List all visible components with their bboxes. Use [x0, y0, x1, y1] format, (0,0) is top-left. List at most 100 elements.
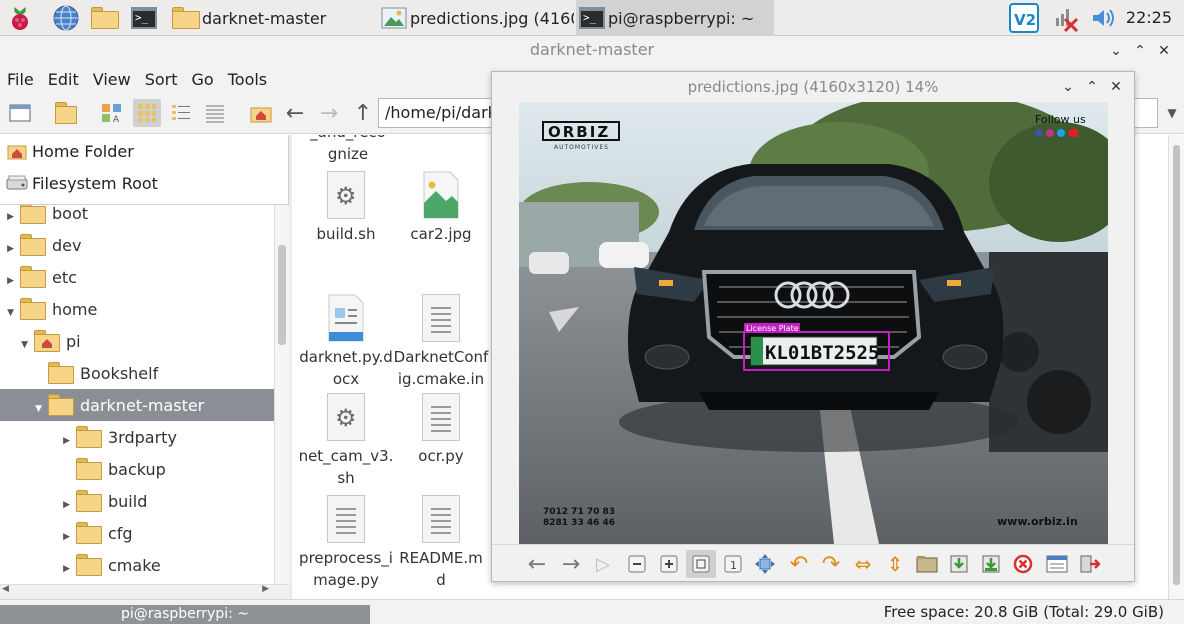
- file-item[interactable]: preprocess_i mage.py: [298, 495, 394, 591]
- tree-item[interactable]: Bookshelf: [0, 357, 274, 389]
- rotate-right-icon[interactable]: ↷: [816, 550, 846, 578]
- tree-expander[interactable]: ▶: [0, 524, 70, 543]
- next-image-icon[interactable]: →: [556, 550, 586, 578]
- flip-horizontal-icon[interactable]: ⇔: [848, 550, 878, 578]
- minimize-button[interactable]: ⌄: [1056, 73, 1080, 101]
- close-button[interactable]: ✕: [1152, 37, 1176, 65]
- menu-edit[interactable]: Edit: [41, 70, 86, 89]
- tree-item[interactable]: ▶ cmake: [0, 549, 274, 581]
- zoom-in-icon[interactable]: [654, 550, 684, 578]
- slideshow-play-icon[interactable]: ▷: [588, 550, 618, 578]
- menu-go[interactable]: Go: [185, 70, 221, 89]
- file-item[interactable]: ⚙ build.sh: [298, 171, 394, 245]
- preferences-icon[interactable]: [1042, 550, 1072, 578]
- tree-scrollbar[interactable]: [274, 205, 289, 589]
- maximize-button[interactable]: ⌃: [1128, 37, 1152, 65]
- open-file-icon[interactable]: [912, 550, 942, 578]
- previous-image-icon[interactable]: ←: [522, 550, 552, 578]
- tree-expander[interactable]: ▶: [0, 492, 70, 511]
- tree-item[interactable]: ▼ home: [0, 293, 274, 325]
- home-icon[interactable]: [247, 99, 275, 127]
- tree-item-label: cfg: [108, 523, 133, 543]
- network-disconnected-icon[interactable]: [1050, 2, 1082, 34]
- tree-item[interactable]: ▼ darknet-master: [0, 389, 274, 421]
- original-size-icon[interactable]: 1: [718, 550, 748, 578]
- back-arrow-icon[interactable]: ←: [281, 99, 309, 127]
- folder-icon: [76, 490, 102, 512]
- desktop: >_ darknet-master predictions.jpg (4160.…: [0, 0, 1184, 624]
- prediction-image[interactable]: License Plate KL01BT2525 ORBIZ AUTOMOTIV…: [519, 102, 1108, 544]
- tree-item[interactable]: ▶ build: [0, 485, 274, 517]
- raspberry-menu-icon[interactable]: [4, 2, 36, 34]
- view-list-icon[interactable]: [201, 99, 229, 127]
- task-image-viewer[interactable]: predictions.jpg (4160...: [378, 0, 574, 36]
- brand-subtitle: AUTOMOTIVES: [554, 144, 609, 151]
- menu-sort[interactable]: Sort: [138, 70, 185, 89]
- terminal-icon[interactable]: >_: [128, 2, 160, 34]
- tree-item[interactable]: ▶ boot: [0, 205, 274, 229]
- tree-expander[interactable]: ▶: [0, 205, 14, 223]
- exit-icon[interactable]: [1074, 550, 1104, 578]
- menu-tools[interactable]: Tools: [221, 70, 274, 89]
- file-manager-titlebar[interactable]: darknet-master ⌄ ⌃ ✕: [0, 36, 1184, 66]
- file-item[interactable]: darknet.py.d ocx: [298, 294, 394, 390]
- file-manager-icon[interactable]: [89, 2, 121, 34]
- place-home-folder[interactable]: Home Folder: [0, 135, 288, 167]
- tree-horizontal-scrollbar[interactable]: ◀ ▶: [0, 584, 289, 599]
- view-compact-icon[interactable]: [167, 99, 195, 127]
- up-arrow-icon[interactable]: ↑: [349, 99, 377, 127]
- web-browser-icon[interactable]: [50, 2, 82, 34]
- maximize-button[interactable]: ⌃: [1080, 73, 1104, 101]
- file-item[interactable]: car2.jpg: [393, 171, 489, 245]
- task-terminal[interactable]: >_ pi@raspberrypi: ~: [576, 0, 774, 36]
- file-item[interactable]: DarknetConf ig.cmake.in: [393, 294, 489, 390]
- fullscreen-icon[interactable]: [750, 550, 780, 578]
- close-button[interactable]: ✕: [1104, 73, 1128, 101]
- view-icons-icon[interactable]: [133, 99, 161, 127]
- tree-expander[interactable]: ▶: [0, 268, 14, 287]
- folder-icon: [170, 2, 202, 34]
- image-viewer-titlebar[interactable]: predictions.jpg (4160x3120) 14%: [492, 72, 1134, 102]
- flip-vertical-icon[interactable]: ⇕: [880, 550, 910, 578]
- minimize-button[interactable]: ⌄: [1104, 37, 1128, 65]
- file-item[interactable]: README.m d: [393, 495, 489, 591]
- clock[interactable]: 22:25: [1126, 0, 1172, 36]
- vnc-icon[interactable]: V2: [1008, 2, 1040, 34]
- tree-item[interactable]: ▼ pi: [0, 325, 274, 357]
- tree-item[interactable]: ▶ 3rdparty: [0, 421, 274, 453]
- new-window-icon[interactable]: [6, 99, 34, 127]
- tree-expander[interactable]: ▶: [0, 428, 70, 447]
- save-as-icon[interactable]: [976, 550, 1006, 578]
- tree-item-label: etc: [52, 267, 77, 287]
- file-item[interactable]: ocr.py: [393, 393, 489, 467]
- view-thumbnails-icon[interactable]: A: [98, 99, 126, 127]
- tree-expander[interactable]: ▶: [0, 556, 70, 575]
- new-folder-icon[interactable]: [52, 99, 80, 127]
- forward-arrow-icon[interactable]: →: [315, 99, 343, 127]
- tree-item[interactable]: ▶ dev: [0, 229, 274, 261]
- tree-expander[interactable]: ▼: [0, 332, 28, 351]
- tree-item[interactable]: ▶ cfg: [0, 517, 274, 549]
- folder-icon: [48, 362, 74, 384]
- tree-item[interactable]: backup: [0, 453, 274, 485]
- terminal-window-edge[interactable]: pi@raspberrypi: ~: [0, 605, 370, 624]
- rotate-left-icon[interactable]: ↶: [784, 550, 814, 578]
- path-dropdown-icon[interactable]: ▼: [1158, 99, 1184, 127]
- task-file-manager[interactable]: darknet-master: [170, 0, 370, 36]
- menu-file[interactable]: File: [0, 70, 41, 89]
- tree-expander[interactable]: ▼: [0, 396, 42, 415]
- file-item[interactable]: _and_reco gnize: [300, 135, 396, 165]
- delete-file-icon[interactable]: [1008, 550, 1038, 578]
- zoom-out-icon[interactable]: [622, 550, 652, 578]
- save-file-icon[interactable]: [944, 550, 974, 578]
- tree-item[interactable]: ▶ etc: [0, 261, 274, 293]
- file-view-scrollbar[interactable]: [1168, 135, 1184, 599]
- tree-expander[interactable]: ▼: [0, 300, 14, 319]
- tree-expander[interactable]: ▶: [0, 236, 14, 255]
- place-filesystem-root[interactable]: Filesystem Root: [0, 167, 288, 199]
- zoom-fit-icon[interactable]: [686, 550, 716, 578]
- file-label: DarknetConf ig.cmake.in: [393, 348, 489, 388]
- menu-view[interactable]: View: [86, 70, 138, 89]
- file-item[interactable]: ⚙ net_cam_v3. sh: [298, 393, 394, 489]
- volume-icon[interactable]: [1087, 2, 1119, 34]
